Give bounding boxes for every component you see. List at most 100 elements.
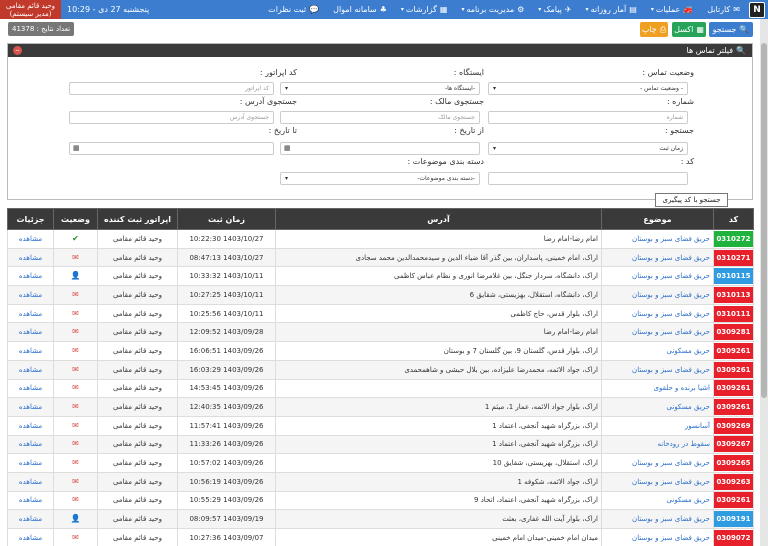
nav-item-1[interactable]: 🚒 عملیات ▾ [644, 0, 700, 19]
subject-link[interactable]: سقوط در رودخانه [601, 434, 714, 455]
column-header-subject[interactable]: موضوع [601, 208, 714, 230]
to-date-input[interactable]: ▦ [69, 142, 274, 155]
subject-link[interactable]: حریق فضای سبز و بوستان [601, 266, 714, 287]
comment-icon: 💬 [309, 5, 320, 14]
subject-link[interactable]: حریق فضای سبز و بوستان [601, 247, 714, 268]
operator-cell: وحید قائم مقامی [97, 434, 178, 455]
subject-link[interactable]: حریق فضای سبز و بوستان [601, 453, 714, 473]
print-button[interactable]: ⎙ چاپ [640, 22, 668, 37]
view-details-link[interactable]: مشاهده [7, 453, 54, 473]
code-cell: 0309261 [713, 378, 754, 399]
subject-link[interactable]: حریق فضای سبز و بوستان [601, 471, 714, 492]
table-row: 0309072 حریق فضای سبز و بوستان میدان امام … [7, 528, 754, 546]
subject-link[interactable]: حریق مسکونی [601, 397, 714, 417]
status-select[interactable]: - وضعیت تماس - ▾ [488, 82, 688, 95]
column-header-address[interactable]: آدرس [275, 208, 602, 230]
time-cell: 1403/09/26 10:57:02 [177, 453, 276, 473]
view-details-link[interactable]: مشاهده [7, 322, 54, 343]
view-details-link[interactable]: مشاهده [7, 285, 54, 305]
address-cell: میدان امام خمینی-میدان امام خمینی [275, 528, 602, 546]
subject-link[interactable]: اشیا برنده و حلقوی [601, 378, 714, 399]
calendar-icon[interactable]: ▦ [284, 144, 291, 152]
print-icon: ⎙ [659, 24, 667, 34]
subject-link[interactable]: آسانسور [601, 415, 714, 436]
envelope-icon: ✉ [72, 420, 79, 430]
number-input[interactable]: شماره [488, 111, 688, 124]
view-details-link[interactable]: مشاهده [7, 303, 54, 324]
search-button[interactable]: 🔍 جستجو [709, 22, 753, 37]
subject-link[interactable]: حریق فضای سبز و بوستان [601, 322, 714, 343]
view-details-link[interactable]: مشاهده [7, 397, 54, 417]
operator-cell: وحید قائم مقامی [97, 471, 178, 492]
subject-link[interactable]: حریق فضای سبز و بوستان [601, 528, 714, 546]
search-type-select[interactable]: زمان ثبت ▾ [488, 142, 688, 155]
view-details-link[interactable]: مشاهده [7, 266, 54, 287]
view-details-link[interactable]: مشاهده [7, 490, 54, 511]
envelope-icon: ✉ [72, 383, 79, 393]
subject-link[interactable]: حریق مسکونی [601, 490, 714, 511]
column-header-status[interactable]: وضعیت [53, 208, 98, 230]
view-details-link[interactable]: مشاهده [7, 528, 54, 546]
brand-logo[interactable]: N [749, 1, 765, 18]
view-details-link[interactable]: مشاهده [7, 434, 54, 455]
address-search-input[interactable]: جستجوی آدرس [69, 111, 274, 124]
view-details-link[interactable]: مشاهده [7, 359, 54, 380]
nav-item-2[interactable]: ▤ آمار روزانه ▾ [579, 0, 644, 19]
column-header-details[interactable]: جزئیات [7, 208, 54, 230]
address-cell: اراک، جواد الائمه، شکوفه 1 [275, 471, 602, 492]
user-icon: 👤 [70, 514, 81, 524]
subject-link[interactable]: حریق مسکونی [601, 341, 714, 361]
table-row: 0309261 حریق فضای سبز و بوستان اراک، جواد … [7, 359, 754, 380]
station-select[interactable]: -ایستگاه ها- ▾ [280, 82, 480, 95]
status-cell: 👤 [53, 266, 98, 287]
envelope-icon: ✉ [72, 458, 79, 468]
view-details-link[interactable]: مشاهده [7, 378, 54, 399]
code-input[interactable] [488, 172, 688, 185]
page-scrollbar[interactable] [760, 19, 768, 546]
operator-cell: وحید قائم مقامی [97, 341, 178, 361]
subject-link[interactable]: حریق فضای سبز و بوستان [601, 359, 714, 380]
table-row: 0310115 حریق فضای سبز و بوستان اراک، دانشگ… [7, 266, 754, 287]
address-cell: اراک، بلوار جواد الائمه، عمار 1، میثم 1 [275, 397, 602, 417]
code-cell: 0309265 [713, 453, 754, 473]
view-details-link[interactable]: مشاهده [7, 415, 54, 436]
owner-search-input[interactable]: جستجوی مالک [280, 111, 480, 124]
nav-item-5[interactable]: ▦ گزارشات ▾ [394, 0, 455, 19]
subject-link[interactable]: حریق فضای سبز و بوستان [601, 303, 714, 324]
column-header-operator[interactable]: اپراتور ثبت کننده [97, 208, 178, 230]
view-details-link[interactable]: مشاهده [7, 341, 54, 361]
view-details-link[interactable]: مشاهده [7, 471, 54, 492]
caret-down-icon: ▾ [585, 6, 589, 13]
envelope-icon: ✉ [72, 289, 79, 299]
truck-icon: 🚒 [683, 5, 694, 14]
envelope-icon: ✉ [72, 402, 79, 412]
table-row: 0310271 حریق فضای سبز و بوستان اراک، امام … [7, 247, 754, 268]
subject-link[interactable]: حریق فضای سبز و بوستان [601, 285, 714, 305]
excel-button[interactable]: ▦ اکسل [672, 22, 706, 37]
category-select[interactable]: -دسته بندی موضوعات- ▾ [280, 172, 480, 185]
nav-item-3[interactable]: ✈ پیامک ▾ [531, 0, 578, 19]
nav-item-4[interactable]: ⚙ مدیریت برنامه ▾ [454, 0, 531, 19]
subject-link[interactable]: حریق فضای سبز و بوستان [601, 229, 714, 249]
nav-item-6[interactable]: ♣ سامانه اموال [326, 0, 394, 19]
collapse-icon[interactable]: − [13, 46, 22, 55]
subject-link[interactable]: حریق فضای سبز و بوستان [601, 509, 714, 529]
operator-cell: وحید قائم مقامی [97, 247, 178, 268]
operator-cell: وحید قائم مقامی [97, 509, 178, 529]
scrollbar-thumb[interactable] [761, 43, 767, 398]
view-details-link[interactable]: مشاهده [7, 509, 54, 529]
column-header-time[interactable]: زمان ثبت [177, 208, 276, 230]
station-label: ایستگاه : [453, 68, 484, 77]
time-cell: 1403/10/11 10:27:25 [177, 285, 276, 305]
operator-code-input[interactable]: کد اپراتور [69, 82, 274, 95]
calendar-icon[interactable]: ▦ [73, 144, 80, 152]
user-menu[interactable]: وحید قائم مقامی (مدیر سیستم) [0, 0, 62, 19]
view-details-link[interactable]: مشاهده [7, 229, 54, 249]
from-date-input[interactable]: ▦ [280, 142, 480, 155]
nav-item-0[interactable]: ✉ کارتابل [700, 0, 747, 19]
column-header-code[interactable]: کد [713, 208, 754, 230]
view-details-link[interactable]: مشاهده [7, 247, 54, 268]
nav-item-7[interactable]: 💬 ثبت نظرات [261, 0, 326, 19]
time-cell: 1403/09/07 10:27:36 [177, 528, 276, 546]
table-header-row: کد موضوع آدرس زمان ثبت اپراتور ثبت کننده… [7, 208, 754, 230]
